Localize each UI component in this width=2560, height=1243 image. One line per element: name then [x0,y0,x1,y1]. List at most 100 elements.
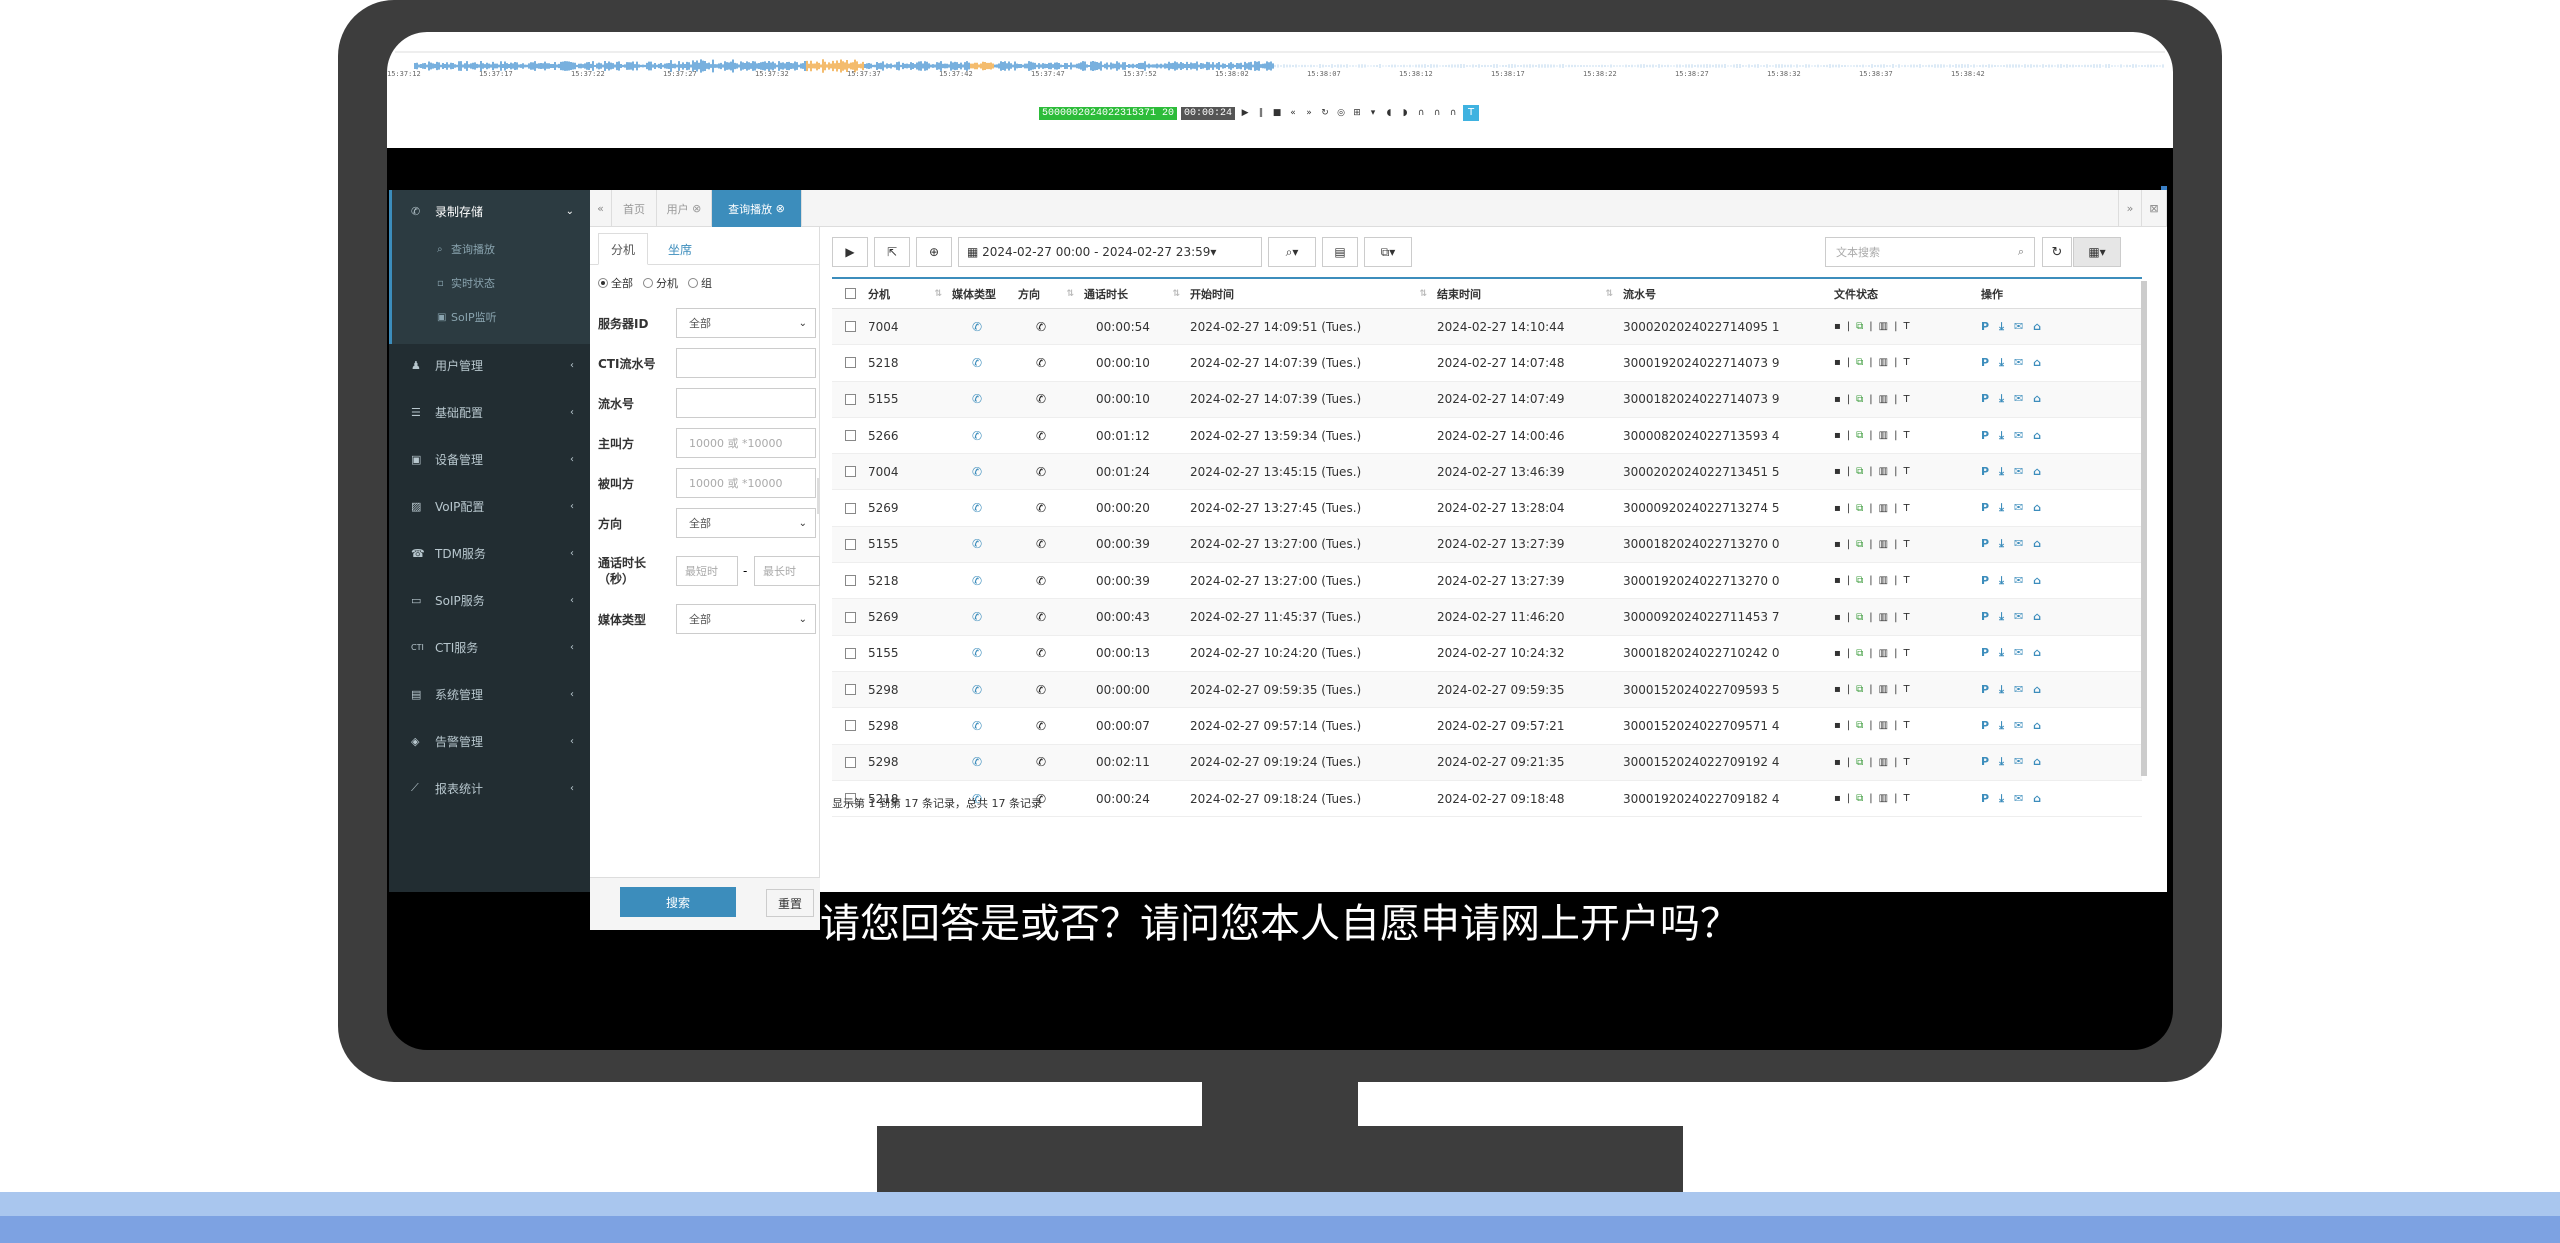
caller-input[interactable]: 10000 或 *10000 [676,428,816,458]
sidebar-item-5[interactable]: ☎ TDM服务 ‹ [389,532,590,574]
refresh-button[interactable]: ↻ [2042,237,2072,267]
table-row[interactable]: 5218 ✆ ✆ 00:00:10 2024-02-27 14:07:39 (Tues.… [832,345,2142,382]
media-type-select[interactable]: 全部 ⌄ [676,604,816,634]
close-icon[interactable]: ⊗ [692,202,701,215]
table-row[interactable]: 5298 ✆ ✆ 00:00:07 2024-02-27 09:57:14 (Tues.… [832,708,2142,745]
columns-button[interactable]: ▦▾ [2073,237,2121,267]
mail-icon[interactable]: ✉ [2014,537,2023,551]
col-direction[interactable]: 方向 [1012,279,1078,308]
pause-icon[interactable]: ‖ [1255,107,1267,119]
play-p-icon[interactable]: P [1981,429,1989,443]
close-all-tabs-icon[interactable]: ⊠ [2142,190,2167,227]
mail-icon[interactable]: ✉ [2014,356,2023,370]
close-icon[interactable]: ⊗ [776,202,785,215]
checkbox[interactable] [844,575,856,587]
volume-up-icon[interactable]: ◗ [1399,107,1411,119]
headset-left-icon[interactable]: ∩ [1431,107,1443,119]
checkbox[interactable] [844,288,856,299]
tab-user[interactable]: 用户 ⊗ [657,190,712,227]
stop-icon[interactable]: ■ [1271,107,1283,119]
table-row[interactable]: 7004 ✆ ✆ 00:01:24 2024-02-27 13:45:15 (Tues.… [832,454,2142,491]
tab-extension[interactable]: 分机 [598,233,649,265]
forward-icon[interactable]: » [1303,107,1315,119]
download-icon[interactable]: ⤓ [1999,465,2004,479]
row-checkbox-cell[interactable] [832,708,862,743]
headset-icon[interactable]: ∩ [1415,107,1427,119]
play-p-icon[interactable]: P [1981,610,1989,624]
mail-icon[interactable]: ✉ [2014,429,2023,443]
dropdown-icon[interactable]: ▾ [1367,107,1379,119]
play-p-icon[interactable]: P [1981,465,1989,479]
speed-icon[interactable]: ◎ [1335,107,1347,119]
tag-icon[interactable]: ⌂ [2033,792,2041,806]
sidebar-subitem-status[interactable]: ▫ 实时状态 [389,268,590,298]
search-options-button[interactable]: ⌕▾ [1268,237,1316,267]
download-icon[interactable]: ⤓ [1999,610,2004,624]
download-icon[interactable]: ⤓ [1999,755,2004,769]
sidebar-item-4[interactable]: ▨ VoIP配置 ‹ [389,485,590,527]
download-icon[interactable]: ⤓ [1999,574,2004,588]
sidebar-item-10[interactable]: ⟋ 报表统计 ‹ [389,767,590,809]
mail-icon[interactable]: ✉ [2014,392,2023,406]
download-icon[interactable]: ⤓ [1999,646,2004,660]
checkbox[interactable] [844,357,856,369]
table-row[interactable]: 7004 ✆ ✆ 00:00:54 2024-02-27 14:09:51 (Tues.… [832,309,2142,346]
play-p-icon[interactable]: P [1981,574,1989,588]
row-checkbox-cell[interactable] [832,527,862,562]
radio-group[interactable]: 组 [688,275,712,291]
tag-icon[interactable]: ⌂ [2033,610,2041,624]
serial-input[interactable] [676,388,816,418]
play-p-icon[interactable]: P [1981,719,1989,733]
download-icon[interactable]: ⤓ [1999,392,2004,406]
volume-down-icon[interactable]: ◖ [1383,107,1395,119]
sidebar-item-2[interactable]: ☰ 基础配置 ‹ [389,391,590,433]
sidebar-item-1[interactable]: ♟ 用户管理 ‹ [389,344,590,386]
play-p-icon[interactable]: P [1981,320,1989,334]
row-checkbox-cell[interactable] [832,672,862,707]
sidebar-subitem-soip-listen[interactable]: ▣ SoIP监听 [389,302,590,332]
play-p-icon[interactable]: P [1981,392,1989,406]
table-row[interactable]: 5266 ✆ ✆ 00:01:12 2024-02-27 13:59:34 (Tues.… [832,418,2142,455]
mail-icon[interactable]: ✉ [2014,792,2023,806]
play-p-icon[interactable]: P [1981,356,1989,370]
tag-icon[interactable]: ⌂ [2033,501,2041,515]
headset-right-icon[interactable]: ∩ [1447,107,1459,119]
download-icon[interactable]: ⤓ [1999,792,2004,806]
radio-extension[interactable]: 分机 [643,275,678,291]
row-checkbox-cell[interactable] [832,563,862,598]
mail-icon[interactable]: ✉ [2014,610,2023,624]
sidebar-item-3[interactable]: ▣ 设备管理 ‹ [389,438,590,480]
play-p-icon[interactable]: P [1981,755,1989,769]
tab-seat[interactable]: 坐席 [656,233,704,265]
rewind-icon[interactable]: « [1287,107,1299,119]
mail-icon[interactable]: ✉ [2014,320,2023,334]
tag-icon[interactable]: ⌂ [2033,537,2041,551]
tag-icon[interactable]: ⌂ [2033,392,2041,406]
checkbox[interactable] [844,611,856,623]
text-toggle-button[interactable]: T [1463,105,1480,121]
sidebar-subitem-query[interactable]: ⌕ 查询播放 [389,234,590,264]
mix-icon[interactable]: ⊞ [1351,107,1363,119]
table-row[interactable]: 5269 ✆ ✆ 00:00:20 2024-02-27 13:27:45 (Tues.… [832,490,2142,527]
col-start-time[interactable]: 开始时间 [1184,279,1431,308]
play-button[interactable]: ▶ [832,237,868,267]
sidebar-item-6[interactable]: ▭ SoIP服务 ‹ [389,579,590,621]
row-checkbox-cell[interactable] [832,345,862,380]
row-checkbox-cell[interactable] [832,309,862,344]
select-all-checkbox[interactable] [832,279,862,308]
row-checkbox-cell[interactable] [832,636,862,671]
download-icon[interactable]: ⤓ [1999,683,2004,697]
mail-icon[interactable]: ✉ [2014,465,2023,479]
play-p-icon[interactable]: P [1981,537,1989,551]
tag-icon[interactable]: ⌂ [2033,356,2041,370]
checkbox[interactable] [844,538,856,550]
radio-button[interactable] [598,278,608,288]
col-end-time[interactable]: 结束时间 [1431,279,1617,308]
row-checkbox-cell[interactable] [832,490,862,525]
table-row[interactable]: 5155 ✆ ✆ 00:00:13 2024-02-27 10:24:20 (Tues.… [832,636,2142,672]
checkbox[interactable] [844,684,856,696]
text-search-input[interactable]: 文本搜索 ⌕ [1825,237,2035,267]
table-row[interactable]: 5155 ✆ ✆ 00:00:39 2024-02-27 13:27:00 (Tues.… [832,526,2142,564]
checkbox[interactable] [844,756,856,768]
table-row[interactable]: 5269 ✆ ✆ 00:00:43 2024-02-27 11:45:37 (Tues.… [832,599,2142,636]
